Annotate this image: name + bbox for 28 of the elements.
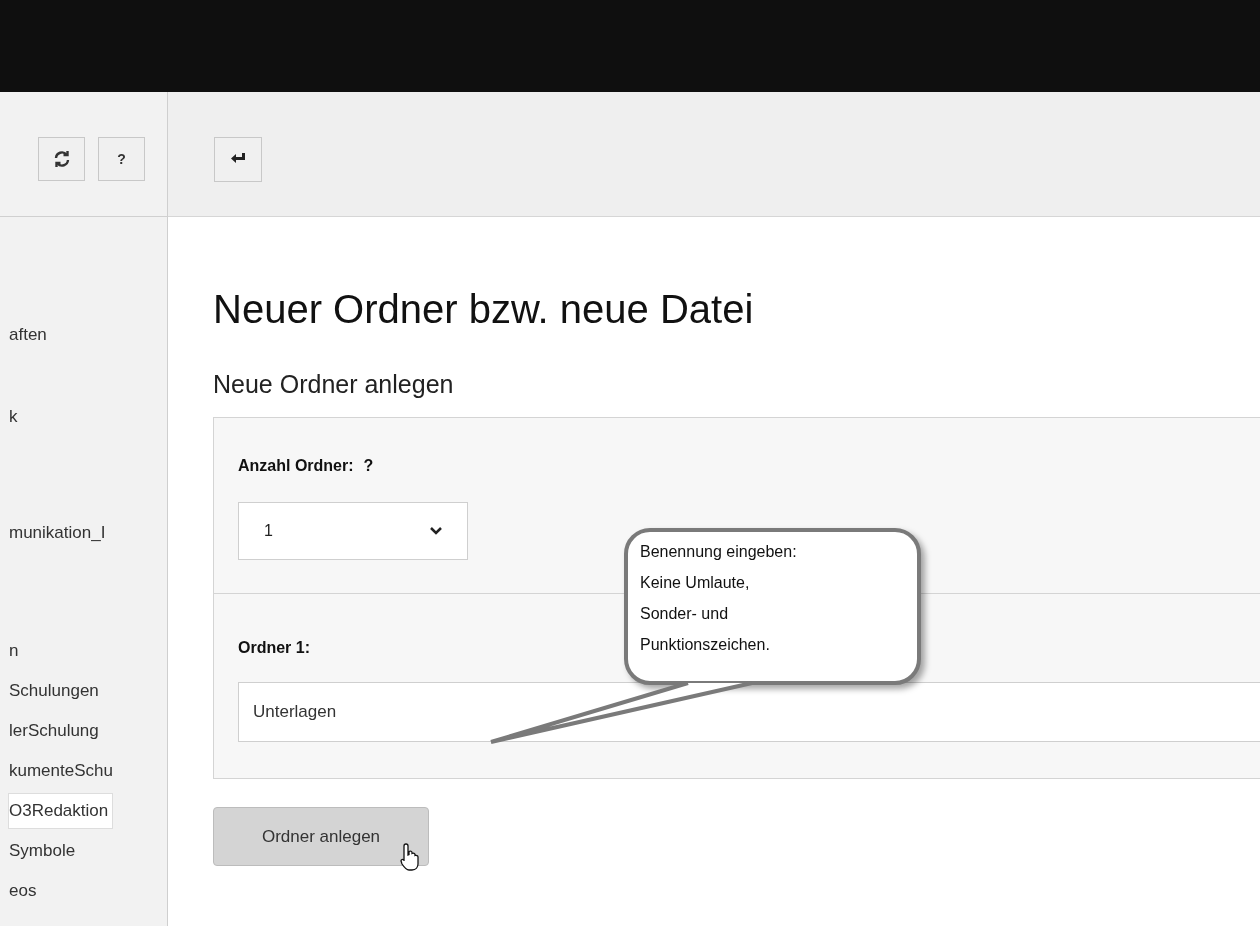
- field-label: Anzahl Ordner:: [238, 456, 354, 476]
- return-icon: [230, 152, 246, 166]
- tree-item[interactable]: n: [8, 633, 24, 669]
- callout-text: Punktionszeichen.: [640, 635, 771, 655]
- tree-item[interactable]: munikation_I: [8, 515, 111, 551]
- count-select[interactable]: 1: [238, 502, 468, 560]
- tree-item[interactable]: eos: [8, 873, 42, 909]
- help-icon[interactable]: ?: [363, 454, 374, 478]
- tree-item[interactable]: O3Redaktion: [8, 793, 114, 829]
- hand-cursor-icon: [400, 842, 420, 872]
- section-title: Neue Ordner anlegen: [213, 369, 455, 400]
- callout-text: Sonder- und: [640, 604, 730, 624]
- callout-text: Benennung eingeben:: [640, 542, 798, 562]
- chevron-down-icon: [430, 527, 442, 535]
- tree-item[interactable]: lerSchulung: [8, 713, 104, 749]
- tree-item[interactable]: aften: [8, 317, 52, 353]
- tree-item[interactable]: Symbole: [8, 833, 81, 869]
- help-button[interactable]: ?: [98, 137, 145, 181]
- tree-item[interactable]: k: [8, 399, 23, 435]
- tree-item[interactable]: kumenteSchu: [8, 753, 118, 789]
- callout-text: Keine Umlaute,: [640, 573, 751, 593]
- page-title: Neuer Ordner bzw. neue Datei: [213, 286, 755, 333]
- folder-name-field[interactable]: Unterlagen: [238, 682, 1260, 742]
- return-button[interactable]: [214, 136, 262, 182]
- field-label: Ordner 1:: [238, 639, 310, 656]
- refresh-button[interactable]: [38, 137, 85, 181]
- create-folder-button[interactable]: Ordner anlegen: [213, 807, 429, 866]
- tree-item[interactable]: Schulungen: [8, 673, 104, 709]
